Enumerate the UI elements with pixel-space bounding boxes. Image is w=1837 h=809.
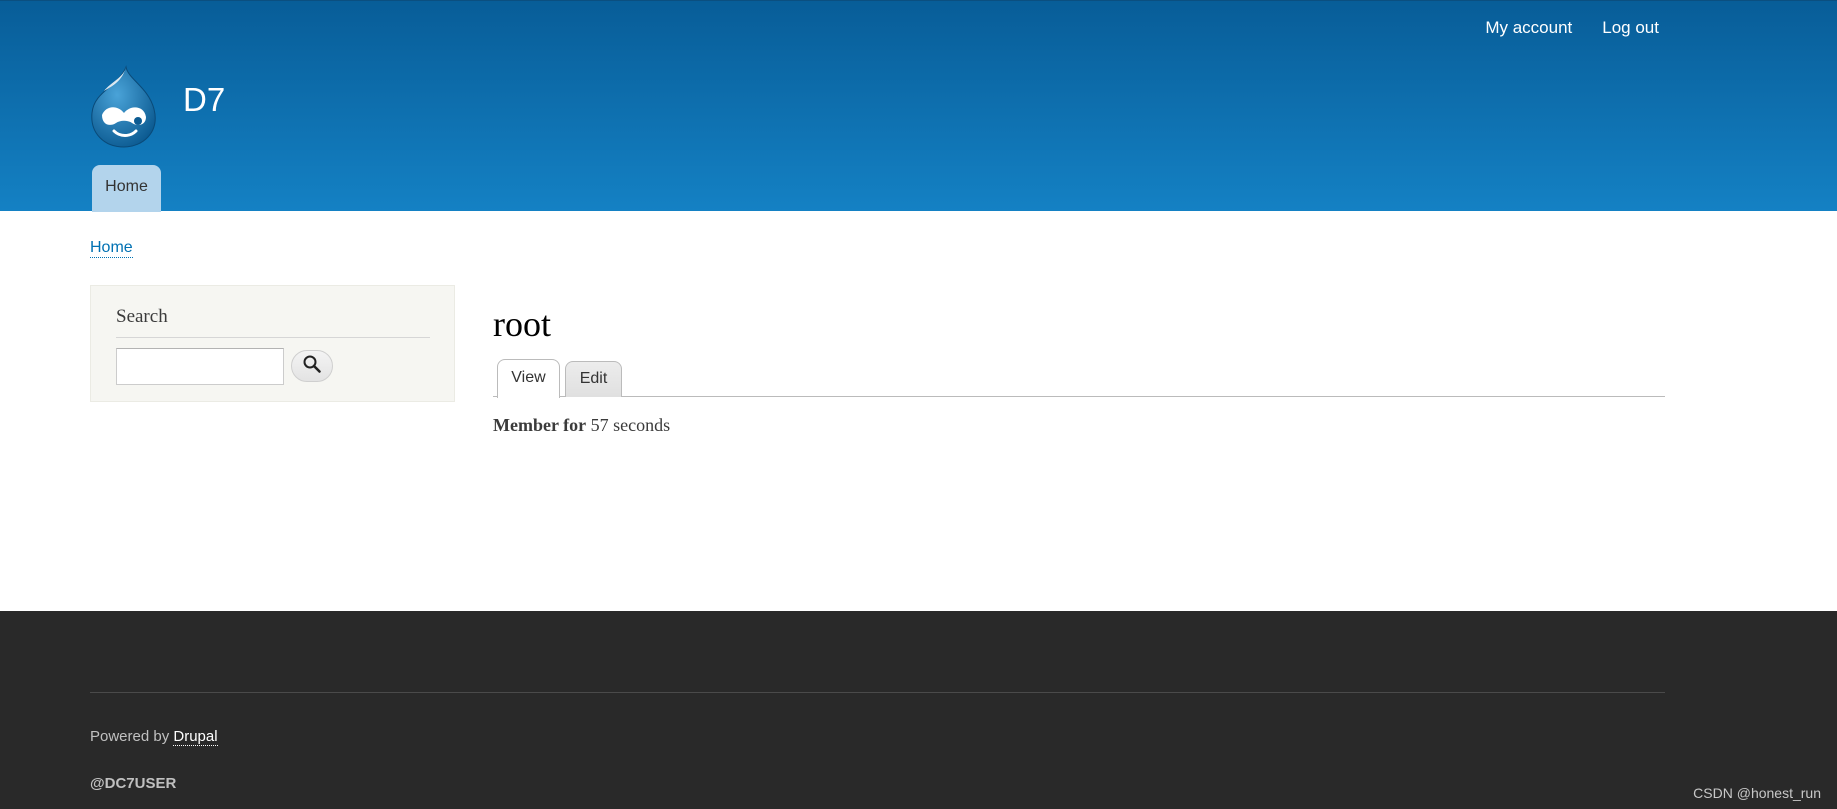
search-input[interactable] (116, 348, 284, 385)
watermark-text: CSDN @honest_run (1693, 785, 1821, 801)
search-block-title: Search (116, 306, 430, 338)
member-for-label: Member for (493, 415, 587, 435)
drupal-logo-icon[interactable] (88, 65, 160, 149)
search-button[interactable] (291, 350, 333, 382)
footer-user-tag: @DC7USER (90, 775, 177, 792)
log-out-link[interactable]: Log out (1602, 18, 1659, 38)
member-for-value: 57 seconds (586, 415, 671, 435)
my-account-link[interactable]: My account (1485, 18, 1572, 38)
breadcrumb-home-link[interactable]: Home (90, 239, 133, 258)
site-header: My account Log out D7 Home (0, 0, 1837, 212)
main-menu-home-tab[interactable]: Home (92, 165, 161, 212)
site-footer: Powered by Drupal @DC7USER CSDN @honest_… (0, 611, 1837, 809)
powered-by-prefix: Powered by (90, 728, 174, 745)
drupal-link[interactable]: Drupal (173, 728, 218, 746)
powered-by: Powered by Drupal (90, 728, 218, 746)
site-name[interactable]: D7 (183, 81, 225, 119)
local-tabs: View Edit (493, 359, 1665, 398)
footer-divider (90, 692, 1665, 693)
tab-edit[interactable]: Edit (565, 361, 622, 397)
secondary-menu: My account Log out (1485, 18, 1659, 38)
tab-view[interactable]: View (497, 359, 560, 398)
member-for-line: Member for 57 seconds (493, 415, 670, 436)
search-block: Search (90, 285, 455, 402)
page-title: root (493, 304, 551, 344)
search-icon (302, 354, 322, 379)
